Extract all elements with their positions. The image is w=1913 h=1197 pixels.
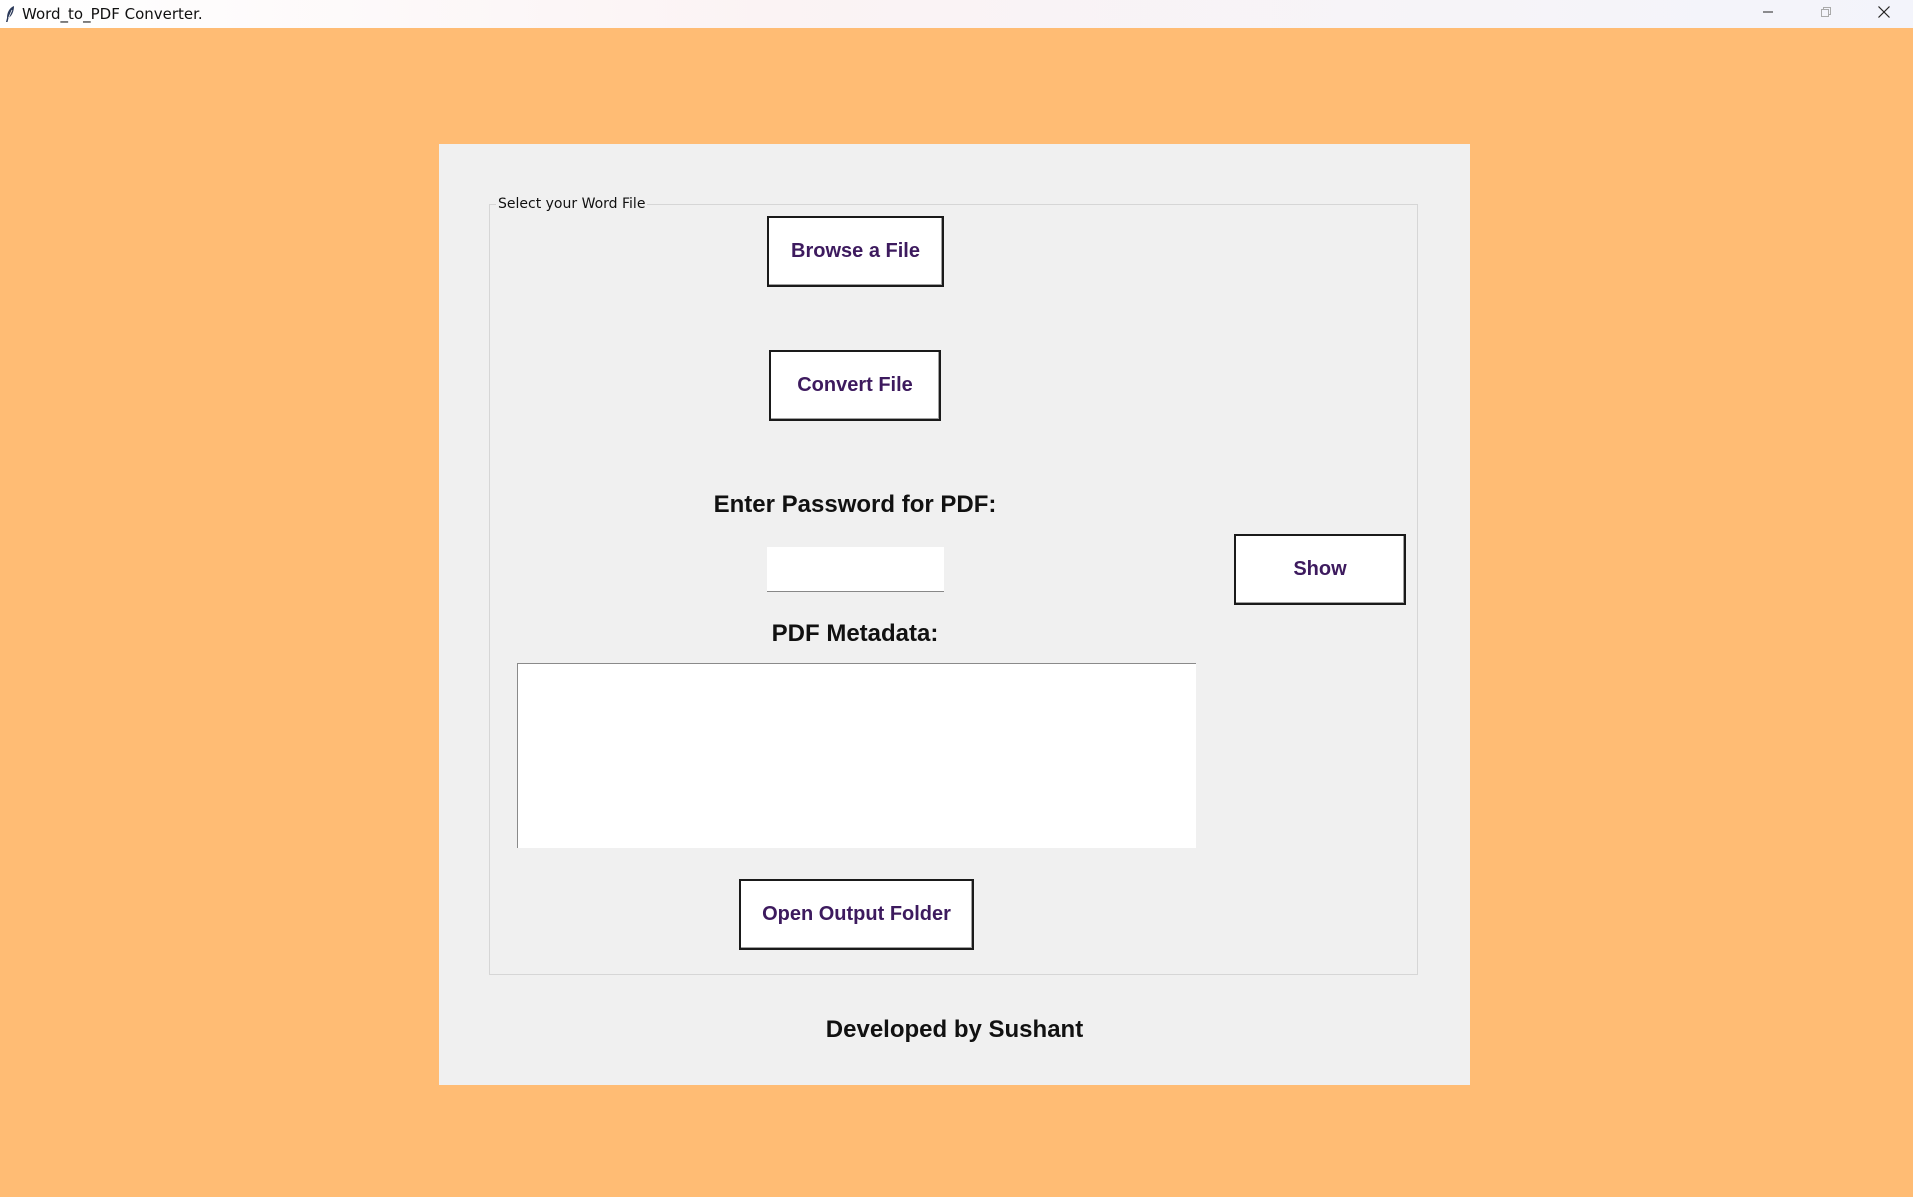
restore-icon — [1820, 5, 1832, 23]
window-controls — [1739, 0, 1913, 28]
metadata-label: PDF Metadata: — [771, 620, 939, 647]
minimize-icon — [1762, 5, 1774, 23]
open-output-folder-button[interactable]: Open Output Folder — [739, 879, 974, 950]
metadata-textarea[interactable] — [517, 663, 1196, 848]
show-password-button[interactable]: Show — [1234, 534, 1406, 605]
restore-button[interactable] — [1797, 0, 1855, 28]
close-button[interactable] — [1855, 0, 1913, 28]
window-title: Word_to_PDF Converter. — [22, 5, 203, 23]
convert-file-button[interactable]: Convert File — [769, 350, 941, 421]
developer-credit: Developed by Sushant — [825, 1016, 1084, 1043]
main-panel: Select your Word File Browse a File Conv… — [439, 144, 1470, 1085]
close-icon — [1877, 5, 1891, 24]
minimize-button[interactable] — [1739, 0, 1797, 28]
title-bar: Word_to_PDF Converter. — [0, 0, 1913, 28]
feather-icon — [2, 4, 18, 24]
password-label: Enter Password for PDF: — [713, 491, 997, 518]
password-input[interactable] — [767, 547, 944, 592]
frame-caption: Select your Word File — [496, 194, 648, 214]
browse-file-button[interactable]: Browse a File — [767, 216, 944, 287]
